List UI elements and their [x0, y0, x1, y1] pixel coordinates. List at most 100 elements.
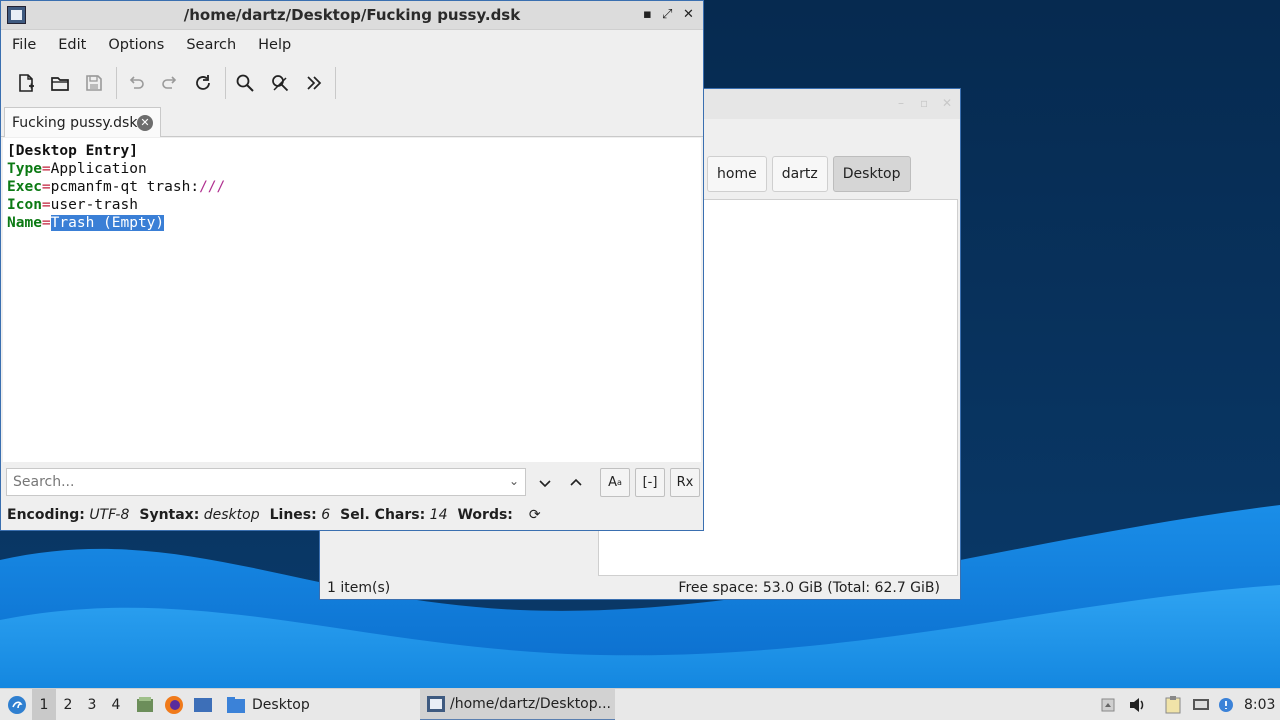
tab-label: Fucking pussy.dsk	[12, 114, 138, 131]
network-icon[interactable]	[1190, 689, 1212, 720]
chevron-up-icon	[570, 478, 582, 486]
key-text: Exec	[7, 179, 42, 195]
value-text: pcmanfm-qt trash:	[50, 179, 200, 195]
new-file-icon[interactable]	[12, 67, 40, 99]
file-manager-launcher-icon[interactable]	[134, 689, 156, 720]
sel-chars-label: Sel. Chars:	[340, 507, 426, 523]
firefox-icon[interactable]	[163, 689, 185, 720]
desktop-3[interactable]: 3	[80, 689, 104, 720]
start-menu-icon[interactable]	[5, 689, 29, 720]
task-desktop[interactable]: Desktop	[222, 689, 417, 720]
editor-titlebar[interactable]: /home/dartz/Desktop/Fucking pussy.dsk ▪ …	[1, 1, 703, 30]
toolbar-separator	[335, 67, 336, 99]
match-case-label: A	[608, 475, 617, 490]
match-case-button[interactable]: Aa	[600, 468, 630, 497]
task-text-editor-label: /home/dartz/Desktop...	[450, 696, 611, 712]
more-icon[interactable]	[300, 67, 328, 99]
menu-edit[interactable]: Edit	[47, 37, 97, 53]
find-icon[interactable]	[231, 67, 259, 99]
chevron-down-icon	[539, 479, 551, 487]
code-line: Name=Trash (Empty)	[7, 214, 697, 232]
desktop-4[interactable]: 4	[104, 689, 128, 720]
menu-file[interactable]: File	[1, 37, 47, 53]
text-editor-window[interactable]: /home/dartz/Desktop/Fucking pussy.dsk ▪ …	[0, 0, 704, 531]
tab-bar: Fucking pussy.dsk ✕	[1, 107, 703, 137]
folder-icon	[227, 697, 245, 713]
menu-options[interactable]: Options	[97, 37, 175, 53]
code-line: Icon=user-trash	[7, 196, 697, 214]
task-desktop-label: Desktop	[252, 697, 310, 713]
window-title: /home/dartz/Desktop/Fucking pussy.dsk	[183, 6, 521, 24]
text-editor-icon	[427, 696, 445, 712]
taskbar: 1 2 3 4 Desktop /home/dartz/Desktop... 8…	[0, 688, 1280, 720]
search-input[interactable]: Search... ⌄	[6, 468, 526, 496]
task-text-editor[interactable]: /home/dartz/Desktop...	[420, 689, 615, 720]
save-icon[interactable]	[80, 67, 108, 99]
encoding-status: Encoding: UTF-8	[7, 507, 129, 523]
sel-chars-status: Sel. Chars: 14	[340, 507, 447, 523]
desktop-2[interactable]: 2	[56, 689, 80, 720]
encoding-value: UTF-8	[89, 507, 130, 523]
key-text: Type	[7, 161, 42, 177]
close-icon[interactable]: ✕	[942, 96, 956, 110]
whole-word-button[interactable]: [-]	[635, 468, 665, 497]
encoding-label: Encoding:	[7, 507, 85, 523]
open-folder-icon[interactable]	[46, 67, 74, 99]
minimize-icon[interactable]: –	[898, 96, 912, 110]
regex-button[interactable]: Rx	[670, 468, 700, 497]
breadcrumb: home dartz Desktop	[707, 156, 911, 192]
maximize-icon[interactable]: ⤢	[662, 7, 672, 22]
desktop-1[interactable]: 1	[32, 689, 56, 720]
replace-icon[interactable]	[266, 67, 294, 99]
search-placeholder: Search...	[13, 474, 75, 490]
breadcrumb-dartz[interactable]: dartz	[771, 156, 828, 192]
lines-status: Lines: 6	[270, 507, 331, 523]
lines-value: 6	[321, 507, 331, 523]
free-space: Free space: 53.0 GiB (Total: 62.7 GiB)	[678, 580, 940, 596]
show-desktop-icon[interactable]	[192, 689, 214, 720]
undo-icon[interactable]	[122, 67, 150, 99]
chevron-down-icon[interactable]: ⌄	[509, 474, 519, 488]
file-manager-statusbar: 1 item(s) Free space: 53.0 GiB (Total: 6…	[320, 576, 960, 600]
close-icon[interactable]: ✕	[683, 7, 694, 22]
clock[interactable]: 8:03	[1244, 689, 1275, 720]
minimize-icon[interactable]: ▪	[643, 7, 652, 22]
editor-statusbar: Encoding: UTF-8 Syntax: desktop Lines: 6…	[7, 506, 541, 524]
update-notification-icon[interactable]	[1216, 689, 1236, 720]
words-label: Words:	[457, 507, 513, 523]
tray-expand-icon[interactable]	[1098, 689, 1118, 720]
item-count: 1 item(s)	[327, 580, 391, 596]
find-previous-button[interactable]	[561, 468, 591, 497]
syntax-label: Syntax:	[139, 507, 200, 523]
refresh-words-icon[interactable]: ⟳	[529, 507, 541, 523]
code-line: Exec=pcmanfm-qt trash:///	[7, 178, 697, 196]
sel-chars-value: 14	[429, 507, 448, 523]
equals-sign: =	[41, 179, 51, 195]
value-text: user-trash	[50, 197, 138, 213]
lines-label: Lines:	[269, 507, 317, 523]
tab-document[interactable]: Fucking pussy.dsk ✕	[4, 107, 161, 137]
breadcrumb-home[interactable]: home	[707, 156, 767, 192]
key-text: Name	[7, 215, 42, 231]
toolbar-separator	[225, 67, 226, 99]
syntax-status: Syntax: desktop	[139, 507, 259, 523]
syntax-value: desktop	[203, 507, 260, 523]
toolbar-separator	[116, 67, 117, 99]
text-editing-area[interactable]: [Desktop Entry] Type=Application Exec=pc…	[3, 138, 701, 462]
menu-search[interactable]: Search	[175, 37, 247, 53]
words-status: Words:	[457, 507, 512, 523]
regex-label: Rx	[676, 475, 694, 490]
redo-icon[interactable]	[156, 67, 184, 99]
volume-icon[interactable]	[1126, 689, 1148, 720]
close-tab-icon[interactable]: ✕	[137, 115, 153, 131]
reload-icon[interactable]	[189, 67, 217, 99]
breadcrumb-desktop[interactable]: Desktop	[832, 156, 911, 192]
selected-text: Trash (Empty)	[50, 215, 165, 231]
key-text: Icon	[7, 197, 42, 213]
whole-word-label: [-]	[642, 475, 658, 490]
menu-help[interactable]: Help	[247, 37, 302, 53]
clipboard-icon[interactable]	[1162, 689, 1184, 720]
value-text: Application	[50, 161, 147, 177]
maximize-icon[interactable]: ▫	[920, 96, 934, 110]
find-next-button[interactable]	[530, 468, 560, 497]
